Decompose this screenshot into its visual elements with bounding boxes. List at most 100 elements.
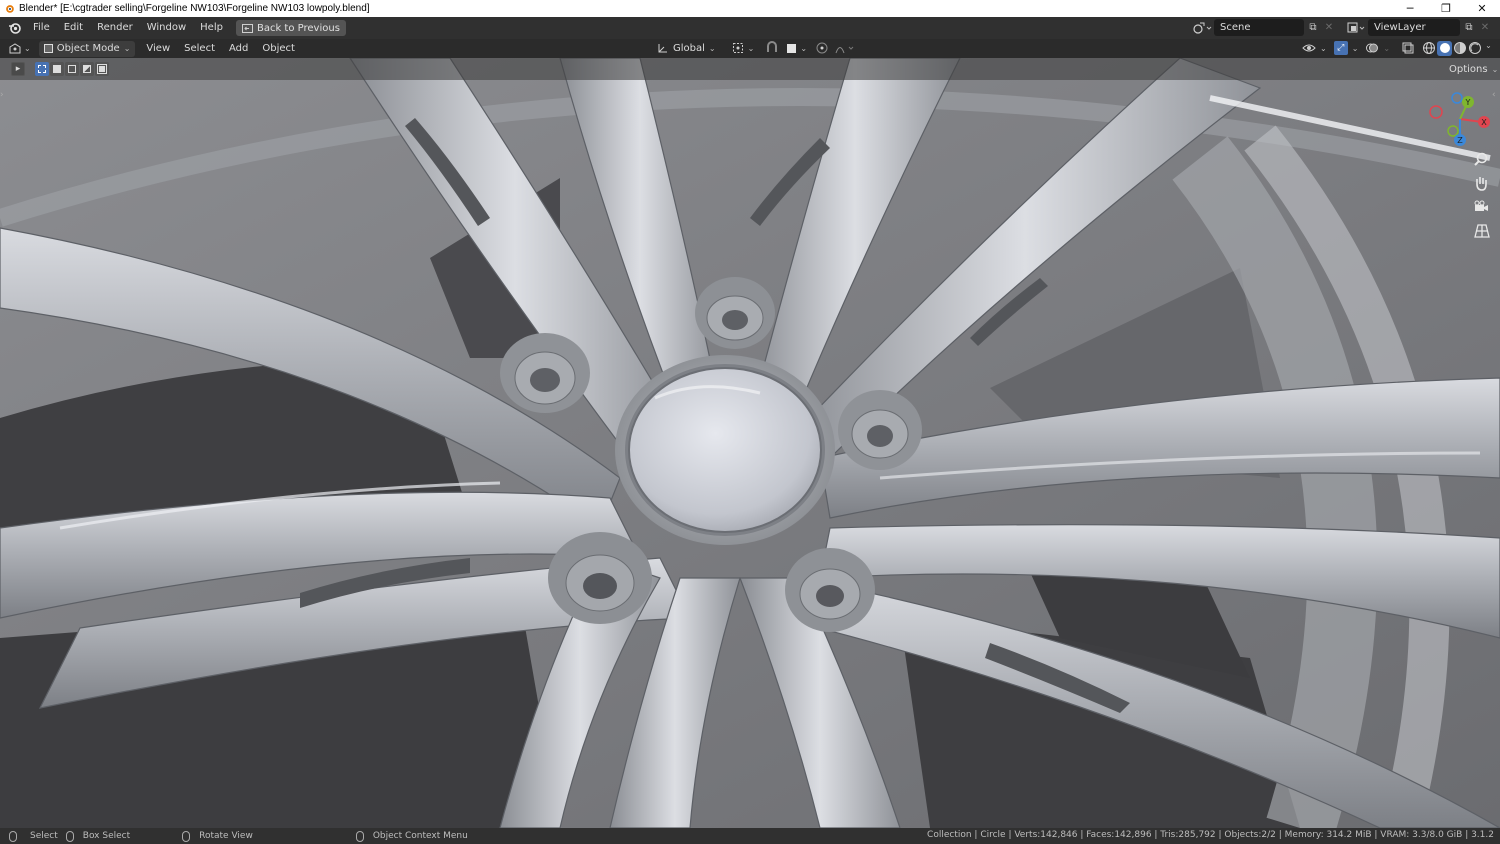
mouse-right-icon [355,830,364,842]
snap-increment-icon [787,43,797,53]
falloff-curve-icon[interactable] [835,41,857,55]
chevron-down-icon: ⌄ [747,43,755,53]
scene-icon[interactable] [1192,20,1212,36]
camera-icon[interactable] [1470,198,1492,216]
back-to-previous-button[interactable]: Back to Previous [235,20,346,36]
object-mode-icon [43,44,53,53]
delete-scene-icon[interactable]: ✕ [1322,21,1336,35]
select-subtract-icon[interactable] [65,62,79,76]
options-label: Options [1449,63,1488,75]
proportional-editing-icon[interactable] [815,41,829,55]
viewport-header: ⌄ Object Mode ⌄ View Select Add Object G… [0,39,1500,58]
chevron-down-icon: ⌄ [123,44,131,53]
svg-text:X: X [1481,118,1487,127]
overlays-icon [1366,43,1379,53]
new-view-layer-icon[interactable]: ⧉ [1462,21,1476,35]
scene-name-field[interactable]: Scene [1214,19,1304,36]
menu-window[interactable]: Window [140,17,193,39]
ortho-grid-icon[interactable] [1470,222,1492,240]
gizmo-dropdown[interactable]: ⤢ ⌄ [1332,40,1361,56]
wireframe-shading-icon[interactable] [1422,41,1436,55]
delete-view-layer-icon[interactable]: ✕ [1478,21,1492,35]
shading-mode-group: ⌄ [1422,40,1492,56]
select-new-icon[interactable] [35,62,49,76]
eye-icon [1302,44,1316,52]
blender-logo-icon [6,5,14,13]
active-tool-icon[interactable]: ▸ [11,62,25,76]
transform-orientation-dropdown[interactable]: Global ⌄ [652,40,721,56]
minimize-button[interactable]: ─ [1392,0,1428,17]
view-layer-field[interactable]: ViewLayer [1368,19,1460,36]
menu-select[interactable]: Select [177,38,222,60]
3d-viewport[interactable]: ▸ Options ⌄ X Y Z › ‹ [0,58,1500,828]
view-layer-icon[interactable] [1346,20,1366,36]
3d-viewport-icon [9,42,21,53]
mode-dropdown[interactable]: Object Mode ⌄ [38,40,136,57]
status-box-select-label: Box Select [82,831,131,841]
status-select-label: Select [30,831,58,841]
close-button[interactable]: ✕ [1464,0,1500,17]
gizmo-x-axis[interactable]: X [1478,116,1490,128]
chevron-down-icon: ⌄ [1320,43,1327,53]
status-rotate-view-label: Rotate View [199,831,253,841]
mouse-left-icon [9,830,17,842]
wheel-render [0,58,1500,828]
menu-object[interactable]: Object [255,38,302,60]
orientation-label: Global [673,42,705,54]
new-scene-icon[interactable]: ⧉ [1306,21,1320,35]
pivot-point-dropdown[interactable]: ⌄ [727,40,760,56]
pivot-point-icon [732,43,743,53]
menu-view[interactable]: View [139,38,177,60]
screen-back-icon [241,23,253,33]
overlays-dropdown[interactable]: ⌄ [1363,40,1392,56]
navigation-gizmo[interactable]: X Y Z [1426,90,1496,150]
chevron-down-icon: ⌄ [1383,43,1391,53]
mouse-drag-icon [65,830,74,842]
gizmo-toggle-icon: ⤢ [1333,41,1348,55]
snap-toggle-icon[interactable] [765,41,779,55]
material-preview-icon[interactable] [1453,41,1467,55]
rendered-shading-icon[interactable] [1468,41,1482,55]
svg-text:Y: Y [1465,98,1471,107]
orientation-axes-icon [658,44,667,53]
select-invert-icon[interactable] [80,62,94,76]
svg-text:Z: Z [1457,136,1463,145]
menu-edit[interactable]: Edit [57,17,90,39]
gizmo-z-axis[interactable]: Z [1454,134,1466,146]
chevron-down-icon: ⌄ [1351,43,1359,53]
blender-menu-icon[interactable] [8,21,22,35]
visibility-dropdown[interactable]: ⌄ [1300,40,1329,56]
menu-file[interactable]: File [26,17,57,39]
chevron-down-icon: ⌄ [800,43,808,53]
mode-label: Object Mode [56,43,120,54]
tool-settings-bar: ▸ Options ⌄ [0,58,1500,80]
gizmo-y-axis[interactable]: Y [1462,96,1474,108]
selection-mode-group [35,62,109,76]
zoom-icon[interactable] [1470,150,1492,168]
mouse-middle-icon [182,830,191,842]
select-extend-icon[interactable] [50,62,64,76]
back-to-previous-label: Back to Previous [256,22,340,34]
solid-shading-icon[interactable] [1437,40,1453,56]
chevron-down-icon: ⌄ [708,43,716,53]
scene-statistics: Collection | Circle | Verts:142,846 | Fa… [927,830,1494,840]
editor-type-selector[interactable]: ⌄ [8,42,31,55]
left-panel-toggle-icon[interactable]: › [0,90,6,102]
snap-target-dropdown[interactable]: ⌄ [785,40,809,56]
blender-topbar: File Edit Render Window Help Back to Pre… [0,17,1500,39]
menu-help[interactable]: Help [193,17,230,39]
window-titlebar: Blender* [E:\cgtrader selling\Forgeline … [0,0,1500,17]
chevron-down-icon[interactable]: ⌄ [1485,41,1492,56]
select-intersect-icon[interactable] [95,62,109,76]
menu-render[interactable]: Render [90,17,140,39]
menu-add[interactable]: Add [222,38,255,60]
pan-hand-icon[interactable] [1470,174,1492,192]
restore-button[interactable]: ❐ [1428,0,1464,17]
status-context-menu-label: Object Context Menu [372,831,468,841]
xray-toggle-icon[interactable] [1401,41,1415,55]
status-bar: Select Box Select Rotate View Object Con… [0,828,1500,844]
chevron-down-icon: ⌄ [24,44,31,53]
window-title: Blender* [E:\cgtrader selling\Forgeline … [19,3,370,14]
right-panel-toggle-icon[interactable]: ‹ [1492,90,1498,102]
options-dropdown[interactable]: Options ⌄ [1444,61,1500,77]
